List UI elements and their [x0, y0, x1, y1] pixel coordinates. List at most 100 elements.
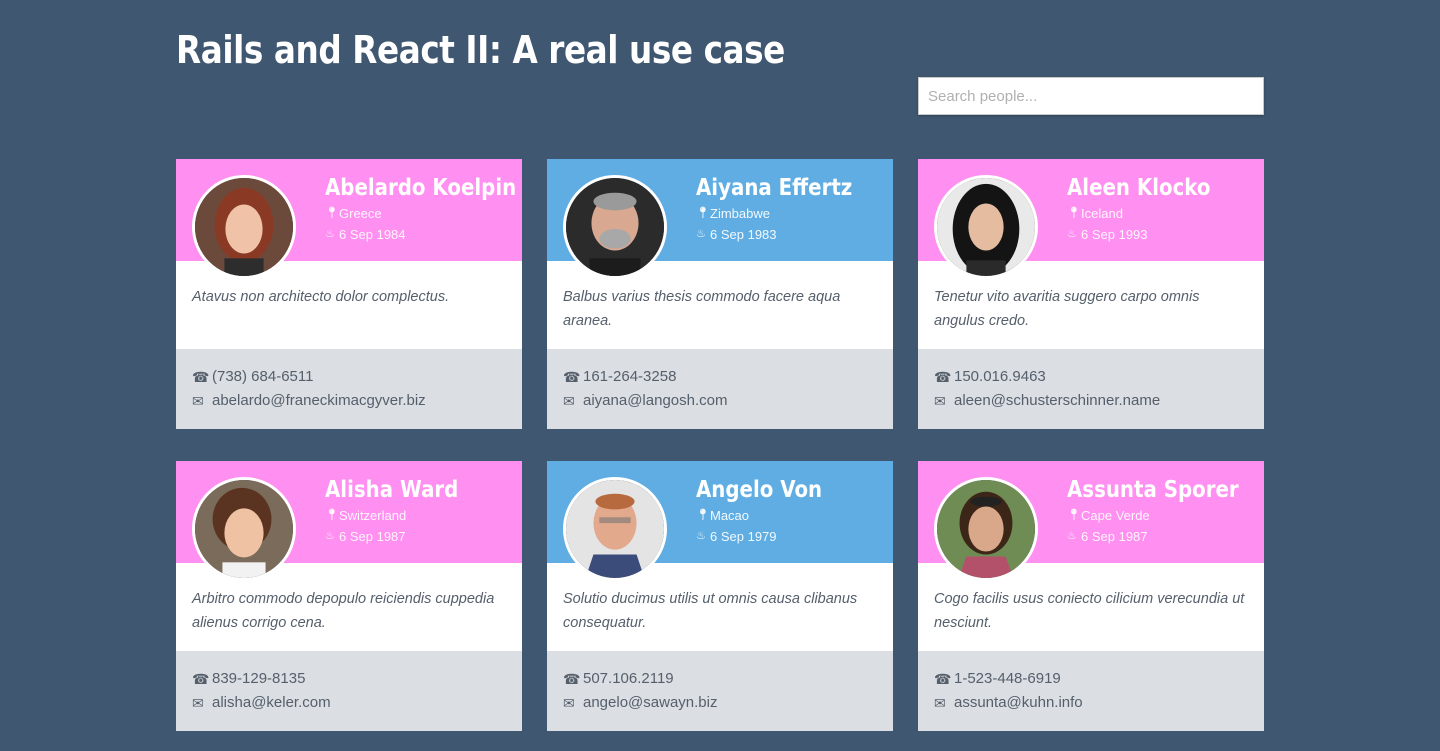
phone-line: ☎ 507.106.2119 — [563, 667, 877, 691]
map-marker-icon: 📍︎ — [1067, 207, 1081, 219]
avatar — [934, 477, 1038, 581]
phone-icon: ☎ — [563, 369, 581, 385]
avatar — [192, 477, 296, 581]
email-line: ✉ assunta@kuhn.info — [934, 691, 1248, 715]
location-line: 📍︎ Switzerland — [325, 505, 480, 526]
birthday-cake-icon: ♨ — [696, 530, 706, 542]
card-footer: ☎ (738) 684-6511 ✉ abelardo@franeckimacg… — [176, 349, 522, 429]
avatar-photo-icon — [566, 480, 664, 578]
card-footer: ☎ 507.106.2119 ✉ angelo@sawayn.biz — [547, 651, 893, 731]
person-card[interactable]: Aiyana Effertz 📍︎ Zimbabwe ♨ 6 Sep 1983 … — [547, 159, 893, 429]
person-email[interactable]: aiyana@langosh.com — [583, 389, 727, 413]
person-info: Abelardo Koelpin 📍︎ Greece ♨ 6 Sep 1984 — [325, 173, 547, 245]
person-card[interactable]: Aleen Klocko 📍︎ Iceland ♨ 6 Sep 1993 Ten… — [918, 159, 1264, 429]
person-name: Aleen Klocko — [1067, 175, 1211, 201]
card-header: Angelo Von 📍︎ Macao ♨ 6 Sep 1979 — [547, 461, 893, 581]
birthday-cake-icon: ♨ — [1067, 228, 1077, 240]
avatar-photo-icon — [937, 178, 1035, 276]
card-footer: ☎ 1-523-448-6919 ✉ assunta@kuhn.info — [918, 651, 1264, 731]
person-email[interactable]: aleen@schusterschinner.name — [954, 389, 1160, 413]
person-birth-date: 6 Sep 1987 — [339, 529, 406, 544]
avatar-photo-icon — [566, 178, 664, 276]
person-phone[interactable]: 1-523-448-6919 — [954, 667, 1061, 691]
person-country: Macao — [710, 508, 750, 523]
person-email[interactable]: abelardo@franeckimacgyver.biz — [212, 389, 426, 413]
person-email[interactable]: assunta@kuhn.info — [954, 691, 1083, 715]
phone-line: ☎ 150.016.9463 — [934, 365, 1248, 389]
envelope-icon: ✉ — [192, 695, 204, 711]
person-phone[interactable]: 839-129-8135 — [212, 667, 305, 691]
person-name: Abelardo Koelpin — [325, 175, 517, 201]
person-phone[interactable]: 161-264-3258 — [583, 365, 676, 389]
person-email[interactable]: angelo@sawayn.biz — [583, 691, 717, 715]
phone-icon: ☎ — [563, 671, 581, 687]
search-input[interactable] — [918, 77, 1264, 115]
map-marker-icon: 📍︎ — [696, 207, 710, 219]
card-footer: ☎ 161-264-3258 ✉ aiyana@langosh.com — [547, 349, 893, 429]
card-header: Aleen Klocko 📍︎ Iceland ♨ 6 Sep 1993 — [918, 159, 1264, 279]
card-header: Abelardo Koelpin 📍︎ Greece ♨ 6 Sep 1984 — [176, 159, 522, 279]
people-grid: Abelardo Koelpin 📍︎ Greece ♨ 6 Sep 1984 … — [176, 159, 1264, 731]
person-email[interactable]: alisha@keler.com — [212, 691, 331, 715]
phone-line: ☎ 161-264-3258 — [563, 365, 877, 389]
avatar — [563, 477, 667, 581]
person-info: Assunta Sporer 📍︎ Cape Verde ♨ 6 Sep 198… — [1067, 475, 1267, 547]
envelope-icon: ✉ — [563, 393, 575, 409]
person-country: Cape Verde — [1081, 508, 1150, 523]
envelope-icon: ✉ — [934, 393, 946, 409]
person-name: Assunta Sporer — [1067, 477, 1239, 503]
birthday-cake-icon: ♨ — [325, 530, 335, 542]
phone-line: ☎ 1-523-448-6919 — [934, 667, 1248, 691]
map-marker-icon: 📍︎ — [325, 207, 339, 219]
map-marker-icon: 📍︎ — [1067, 509, 1081, 521]
person-phone[interactable]: (738) 684-6511 — [212, 365, 313, 389]
person-card[interactable]: Assunta Sporer 📍︎ Cape Verde ♨ 6 Sep 198… — [918, 461, 1264, 731]
phone-line: ☎ (738) 684-6511 — [192, 365, 506, 389]
birthday-cake-icon: ♨ — [325, 228, 335, 240]
envelope-icon: ✉ — [192, 393, 204, 409]
card-header: Alisha Ward 📍︎ Switzerland ♨ 6 Sep 1987 — [176, 461, 522, 581]
map-marker-icon: 📍︎ — [325, 509, 339, 521]
person-info: Aiyana Effertz 📍︎ Zimbabwe ♨ 6 Sep 1983 — [696, 173, 878, 245]
phone-line: ☎ 839-129-8135 — [192, 667, 506, 691]
avatar — [563, 175, 667, 279]
person-name: Aiyana Effertz — [696, 175, 853, 201]
avatar-photo-icon — [195, 480, 293, 578]
phone-icon: ☎ — [192, 671, 210, 687]
birthday-line: ♨ 6 Sep 1987 — [325, 526, 480, 547]
person-country: Greece — [339, 206, 382, 221]
birthday-line: ♨ 6 Sep 1984 — [325, 224, 547, 245]
person-birth-date: 6 Sep 1987 — [1081, 529, 1148, 544]
phone-icon: ☎ — [192, 369, 210, 385]
birthday-line: ♨ 6 Sep 1993 — [1067, 224, 1234, 245]
person-name: Angelo Von — [696, 477, 823, 503]
person-info: Aleen Klocko 📍︎ Iceland ♨ 6 Sep 1993 — [1067, 173, 1234, 245]
location-line: 📍︎ Iceland — [1067, 203, 1234, 224]
map-marker-icon: 📍︎ — [696, 509, 710, 521]
envelope-icon: ✉ — [934, 695, 946, 711]
person-card[interactable]: Abelardo Koelpin 📍︎ Greece ♨ 6 Sep 1984 … — [176, 159, 522, 429]
phone-icon: ☎ — [934, 369, 952, 385]
envelope-icon: ✉ — [563, 695, 575, 711]
person-phone[interactable]: 150.016.9463 — [954, 365, 1046, 389]
avatar — [192, 175, 296, 279]
person-card[interactable]: Alisha Ward 📍︎ Switzerland ♨ 6 Sep 1987 … — [176, 461, 522, 731]
person-name: Alisha Ward — [325, 477, 459, 503]
avatar — [934, 175, 1038, 279]
avatar-photo-icon — [937, 480, 1035, 578]
avatar-photo-icon — [195, 178, 293, 276]
card-footer: ☎ 839-129-8135 ✉ alisha@keler.com — [176, 651, 522, 731]
card-header: Aiyana Effertz 📍︎ Zimbabwe ♨ 6 Sep 1983 — [547, 159, 893, 279]
birthday-line: ♨ 6 Sep 1987 — [1067, 526, 1267, 547]
location-line: 📍︎ Greece — [325, 203, 547, 224]
birthday-cake-icon: ♨ — [696, 228, 706, 240]
person-info: Angelo Von 📍︎ Macao ♨ 6 Sep 1979 — [696, 475, 843, 547]
person-phone[interactable]: 507.106.2119 — [583, 667, 674, 691]
person-country: Iceland — [1081, 206, 1123, 221]
person-info: Alisha Ward 📍︎ Switzerland ♨ 6 Sep 1987 — [325, 475, 480, 547]
card-header: Assunta Sporer 📍︎ Cape Verde ♨ 6 Sep 198… — [918, 461, 1267, 581]
person-birth-date: 6 Sep 1979 — [710, 529, 777, 544]
email-line: ✉ alisha@keler.com — [192, 691, 506, 715]
location-line: 📍︎ Cape Verde — [1067, 505, 1267, 526]
person-card[interactable]: Angelo Von 📍︎ Macao ♨ 6 Sep 1979 Solutio… — [547, 461, 893, 731]
